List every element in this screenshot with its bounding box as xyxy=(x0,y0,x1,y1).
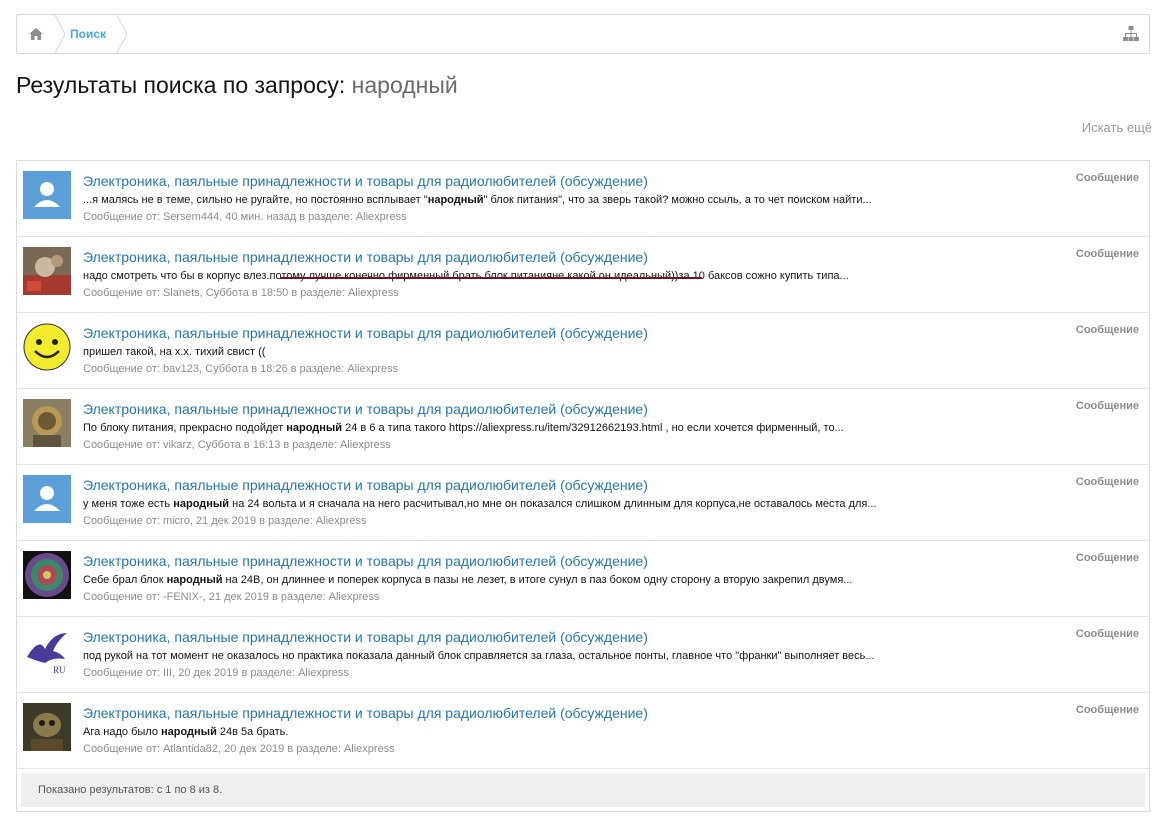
pattern-avatar[interactable] xyxy=(23,551,71,599)
breadcrumb-separator xyxy=(55,15,66,53)
snippet-text: 24в 5а брать. xyxy=(216,726,289,738)
result-meta: Сообщение от: III, 20 дек 2019 в разделе… xyxy=(83,667,349,679)
snippet-text: ...я малясь не в теме, сильно не ругайте… xyxy=(83,194,428,206)
snippet-highlight: народный xyxy=(427,194,484,206)
snippet-text: на 24В, он длиннее и поперек корпуса в п… xyxy=(222,574,853,586)
snippet-text: По блоку питания, прекрасно подойдет xyxy=(83,422,287,434)
result-snippet: у меня тоже есть народный на 24 вольта и… xyxy=(83,498,877,510)
home-icon[interactable] xyxy=(17,15,55,53)
default-user-icon[interactable] xyxy=(23,475,71,523)
list-item: Электроника, паяльные принадлежности и т… xyxy=(17,161,1149,237)
list-item: Электроника, паяльные принадлежности и т… xyxy=(17,465,1149,541)
bird-avatar[interactable]: RU xyxy=(23,627,71,675)
search-again-link[interactable]: Искать ещё xyxy=(1082,120,1152,135)
snippet-highlight: народный xyxy=(166,574,223,586)
result-type: Сообщение xyxy=(1075,552,1139,564)
sitemap-icon[interactable] xyxy=(1123,26,1139,42)
results-footer: Показано результатов: с 1 по 8 из 8. xyxy=(21,773,1145,807)
result-meta: Сообщение от: vikarz, Суббота в 16:13 в … xyxy=(83,439,391,451)
photo-avatar-2[interactable] xyxy=(23,703,71,751)
list-item: RU Электроника, паяльные принадлежности … xyxy=(17,617,1149,693)
result-title-link[interactable]: Электроника, паяльные принадлежности и т… xyxy=(83,553,648,569)
result-meta: Сообщение от: Atlantida82, 20 дек 2019 в… xyxy=(83,743,395,755)
result-type: Сообщение xyxy=(1075,324,1139,336)
snippet-text: " блок питания", что за зверь такой? мож… xyxy=(483,194,872,206)
snippet-text: Себе брал блок xyxy=(83,574,167,586)
result-type: Сообщение xyxy=(1075,400,1139,412)
result-snippet: под рукой на тот момент не оказалось но … xyxy=(83,650,875,662)
result-snippet: Ага надо было народный 24в 5а брать. xyxy=(83,726,288,738)
snippet-highlight: народный xyxy=(173,498,230,510)
snippet-text: надо смотреть что бы в корпус влез.потом… xyxy=(83,270,849,282)
result-type: Сообщение xyxy=(1075,476,1139,488)
result-title-link[interactable]: Электроника, паяльные принадлежности и т… xyxy=(83,325,648,341)
list-item: Электроника, паяльные принадлежности и т… xyxy=(17,693,1149,769)
result-snippet: надо смотреть что бы в корпус влез.потом… xyxy=(83,270,849,282)
result-meta: Сообщение от: micro, 21 дек 2019 в разде… xyxy=(83,515,367,527)
search-term: народный xyxy=(351,72,458,98)
snippet-text: пришел такой, на х.х. тихий свист (( xyxy=(83,346,266,358)
result-snippet: ...я малясь не в теме, сильно не ругайте… xyxy=(83,194,872,206)
result-title-link[interactable]: Электроника, паяльные принадлежности и т… xyxy=(83,173,648,189)
snippet-text: под рукой на тот момент не оказалось но … xyxy=(83,650,875,662)
page-title: Результаты поиска по запросу: народный xyxy=(16,72,458,99)
result-meta: Сообщение от: -FENIX-, 21 дек 2019 в раз… xyxy=(83,591,380,603)
snippet-text: Ага надо было xyxy=(83,726,161,738)
smiley-avatar[interactable] xyxy=(23,323,71,371)
page-title-prefix: Результаты поиска по запросу: xyxy=(16,72,346,98)
result-snippet: По блоку питания, прекрасно подойдет нар… xyxy=(83,422,844,434)
result-title-link[interactable]: Электроника, паяльные принадлежности и т… xyxy=(83,477,648,493)
result-snippet: пришел такой, на х.х. тихий свист (( xyxy=(83,346,265,358)
result-type: Сообщение xyxy=(1075,704,1139,716)
result-title-link[interactable]: Электроника, паяльные принадлежности и т… xyxy=(83,249,648,265)
list-item: Электроника, паяльные принадлежности и т… xyxy=(17,541,1149,617)
snippet-highlight: народный xyxy=(286,422,343,434)
avatar-label: RU xyxy=(53,665,66,675)
list-item: Электроника, паяльные принадлежности и т… xyxy=(17,237,1149,313)
breadcrumb: Поиск xyxy=(16,14,1150,54)
result-title-link[interactable]: Электроника, паяльные принадлежности и т… xyxy=(83,705,648,721)
robot-avatar[interactable] xyxy=(23,399,71,447)
snippet-text: 24 в 6 а типа такого https://aliexpress.… xyxy=(342,422,844,434)
result-title-link[interactable]: Электроника, паяльные принадлежности и т… xyxy=(83,401,648,417)
breadcrumb-search-link[interactable]: Поиск xyxy=(70,15,106,53)
result-title-link[interactable]: Электроника, паяльные принадлежности и т… xyxy=(83,629,648,645)
snippet-highlight: народный xyxy=(161,726,217,738)
photo-avatar[interactable] xyxy=(23,247,71,295)
result-type: Сообщение xyxy=(1075,172,1139,184)
list-item: Электроника, паяльные принадлежности и т… xyxy=(17,389,1149,465)
snippet-text: у меня тоже есть xyxy=(83,498,174,510)
result-meta: Сообщение от: Sersem444, 40 мин. назад в… xyxy=(83,211,407,223)
breadcrumb-separator xyxy=(117,15,128,53)
results-list: Электроника, паяльные принадлежности и т… xyxy=(16,160,1150,812)
snippet-text: на 24 вольта и я сначала на него расчиты… xyxy=(229,498,877,510)
list-item: Электроника, паяльные принадлежности и т… xyxy=(17,313,1149,389)
result-snippet: Себе брал блок народный на 24В, он длинн… xyxy=(83,574,852,586)
highlight-underline xyxy=(280,277,702,279)
result-type: Сообщение xyxy=(1075,628,1139,640)
default-user-icon[interactable] xyxy=(23,171,71,219)
result-meta: Сообщение от: bav123, Суббота в 18:26 в … xyxy=(83,363,399,375)
result-type: Сообщение xyxy=(1075,248,1139,260)
result-meta: Сообщение от: Slanets, Суббота в 18:50 в… xyxy=(83,287,399,299)
